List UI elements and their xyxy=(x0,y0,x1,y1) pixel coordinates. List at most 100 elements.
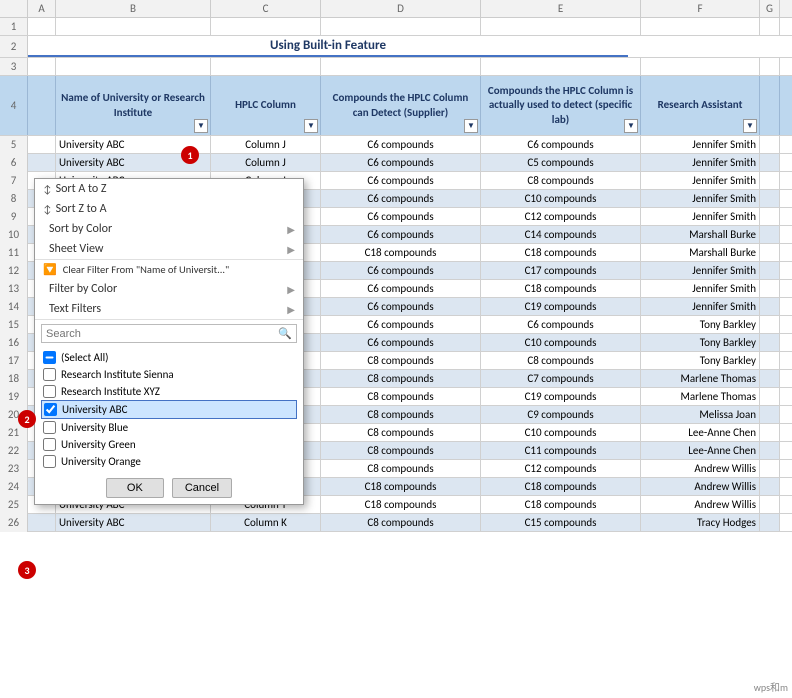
checkbox-4[interactable] xyxy=(43,421,56,434)
rownum-26: 26 xyxy=(0,514,28,532)
cell-g20 xyxy=(760,406,780,423)
cell-d13: C6 compounds xyxy=(321,280,481,297)
checkbox-item-0[interactable]: (Select All) xyxy=(41,349,297,366)
cell-a5 xyxy=(28,136,56,153)
filter-button-e[interactable]: ▼ xyxy=(624,119,638,133)
checkbox-item-2[interactable]: Research Institute XYZ xyxy=(41,383,297,400)
checkbox-item-6[interactable]: University Orange xyxy=(41,453,297,470)
checkbox-item-5[interactable]: University Green xyxy=(41,436,297,453)
header-c-text: HPLC Column xyxy=(235,98,296,112)
filter-dropdown[interactable]: ↕ Sort A to Z ↕ Sort Z to A Sort by Colo… xyxy=(34,178,304,505)
search-box[interactable]: 🔍 xyxy=(41,324,297,343)
header-f[interactable]: Research Assistant ▼ xyxy=(641,76,760,135)
cell-g17 xyxy=(760,352,780,369)
filter-button-d[interactable]: ▼ xyxy=(464,119,478,133)
checkbox-label-1: Research Institute Sienna xyxy=(61,368,174,381)
title-cell: Using Built-in Feature xyxy=(28,36,628,57)
sheet-view-arrow: ▶ xyxy=(287,243,295,256)
text-filters-arrow: ▶ xyxy=(287,303,295,316)
rownum-13: 13 xyxy=(0,280,28,298)
header-e-text: Compounds the HPLC Column is actually us… xyxy=(485,84,636,127)
cell-e14: C19 compounds xyxy=(481,298,641,315)
cell-e19: C19 compounds xyxy=(481,388,641,405)
clear-filter-item[interactable]: 🔽 Clear Filter From "Name of Universit..… xyxy=(35,260,303,279)
cell-b26[interactable]: University ABC xyxy=(56,514,211,531)
badge-1: 1 xyxy=(181,146,199,164)
checkbox-item-3[interactable]: University ABC xyxy=(41,400,297,419)
checkbox-item-1[interactable]: Research Institute Sienna xyxy=(41,366,297,383)
cell-a3 xyxy=(28,58,56,75)
cell-g18 xyxy=(760,370,780,387)
header-a xyxy=(28,76,56,135)
checkbox-list: (Select All) Research Institute Sienna Res… xyxy=(35,347,303,472)
search-input[interactable] xyxy=(46,328,278,340)
filter-button-f[interactable]: ▼ xyxy=(743,119,757,133)
cell-e25: C18 compounds xyxy=(481,496,641,513)
sort-z-a-item[interactable]: ↕ Sort Z to A xyxy=(35,199,303,219)
cell-f10: Marshall Burke xyxy=(641,226,760,243)
rownum-8: 8 xyxy=(0,190,28,208)
sheet-view-item[interactable]: Sheet View ▶ xyxy=(35,239,303,259)
cell-e3 xyxy=(481,58,641,75)
cell-e11: C18 compounds xyxy=(481,244,641,261)
filter-color-label: Filter by Color xyxy=(49,282,117,296)
cell-e17: C8 compounds xyxy=(481,352,641,369)
cell-e1 xyxy=(481,18,641,35)
checkbox-2[interactable] xyxy=(43,385,56,398)
sort-a-z-item[interactable]: ↕ Sort A to Z xyxy=(35,179,303,199)
filter-button-c[interactable]: ▼ xyxy=(304,119,318,133)
col-header-row: A B C D E F G xyxy=(0,0,792,18)
cell-g23 xyxy=(760,460,780,477)
cell-e12: C17 compounds xyxy=(481,262,641,279)
rownum-12: 12 xyxy=(0,262,28,280)
watermark: wps和m xyxy=(754,679,788,694)
cell-g6 xyxy=(760,154,780,171)
cell-g10 xyxy=(760,226,780,243)
cell-d23: C8 compounds xyxy=(321,460,481,477)
cell-d7: C6 compounds xyxy=(321,172,481,189)
cancel-button[interactable]: Cancel xyxy=(172,478,232,498)
sort-by-color-item[interactable]: Sort by Color ▶ xyxy=(35,219,303,239)
rownum-14: 14 xyxy=(0,298,28,316)
text-filters-label: Text Filters xyxy=(49,302,101,316)
header-b[interactable]: Name of University or Research Institute… xyxy=(56,76,211,135)
clear-filter-icon: 🔽 xyxy=(43,263,57,276)
checkbox-0[interactable] xyxy=(43,351,56,364)
cell-d24: C18 compounds xyxy=(321,478,481,495)
clear-filter-label: Clear Filter From "Name of Universit..." xyxy=(63,263,230,276)
header-d[interactable]: Compounds the HPLC Column can Detect (Su… xyxy=(321,76,481,135)
checkbox-label-4: University Blue xyxy=(61,421,128,434)
filter-button-b[interactable]: ▼ xyxy=(194,119,208,133)
sort-color-arrow: ▶ xyxy=(287,223,295,236)
rownum-2: 2 xyxy=(0,36,28,57)
checkbox-5[interactable] xyxy=(43,438,56,451)
header-b-text: Name of University or Research Institute xyxy=(60,91,206,120)
checkbox-1[interactable] xyxy=(43,368,56,381)
cell-d20: C8 compounds xyxy=(321,406,481,423)
filter-by-color-item[interactable]: Filter by Color ▶ xyxy=(35,279,303,299)
text-filters-item[interactable]: Text Filters ▶ xyxy=(35,299,303,319)
cell-f18: Marlene Thomas xyxy=(641,370,760,387)
rownum-23: 23 xyxy=(0,460,28,478)
checkbox-3[interactable] xyxy=(44,403,57,416)
header-c[interactable]: HPLC Column ▼ xyxy=(211,76,321,135)
rownum-5: 5 xyxy=(0,136,28,154)
header-e[interactable]: Compounds the HPLC Column is actually us… xyxy=(481,76,641,135)
cell-d11: C18 compounds xyxy=(321,244,481,261)
cell-e7: C8 compounds xyxy=(481,172,641,189)
rownum-24: 24 xyxy=(0,478,28,496)
cell-e23: C12 compounds xyxy=(481,460,641,477)
cell-g12 xyxy=(760,262,780,279)
row-4: 4 Name of University or Research Institu… xyxy=(0,76,792,136)
cell-g3 xyxy=(760,58,780,75)
cell-e6: C5 compounds xyxy=(481,154,641,171)
cell-e10: C14 compounds xyxy=(481,226,641,243)
checkbox-label-2: Research Institute XYZ xyxy=(61,385,160,398)
checkbox-item-4[interactable]: University Blue xyxy=(41,419,297,436)
ok-button[interactable]: OK xyxy=(106,478,164,498)
checkbox-6[interactable] xyxy=(43,455,56,468)
rownum-10: 10 xyxy=(0,226,28,244)
cell-f6: Jennifer Smith xyxy=(641,154,760,171)
header-f-text: Research Assistant xyxy=(658,98,743,112)
cell-d21: C8 compounds xyxy=(321,424,481,441)
